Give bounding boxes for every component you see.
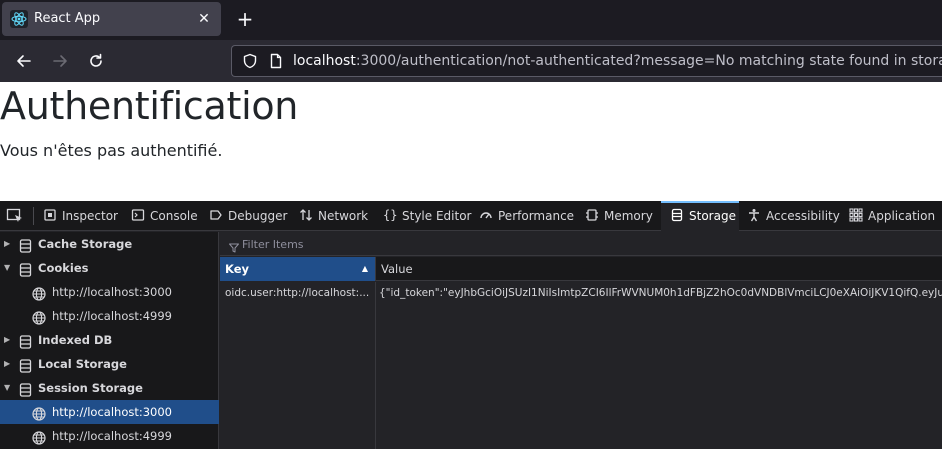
close-tab-icon[interactable]: ✕ — [193, 8, 215, 30]
url-host: localhost — [293, 53, 356, 69]
forward-arrow-icon — [53, 55, 67, 67]
devtools-tab-memory[interactable]: Memory — [584, 201, 658, 231]
devtools-tab-label: Style Editor — [402, 209, 472, 223]
toolbar-separator — [33, 207, 34, 225]
devtools-tab-label: Accessibility — [766, 209, 840, 223]
storage-tree: ▶ Cache Storage ▼ Cookies http://localhost:3… — [0, 232, 219, 449]
url-text[interactable]: localhost:3000/authentication/not-authen… — [293, 53, 942, 69]
filter-icon — [229, 238, 239, 257]
svg-text:{}: {} — [383, 208, 397, 222]
tracking-protection-shield-icon[interactable] — [242, 53, 258, 73]
tree-item-label: Local Storage — [38, 357, 127, 371]
reload-icon — [90, 53, 102, 67]
navigation-bar: localhost:3000/authentication/not-authen… — [0, 40, 942, 82]
page-info-icon[interactable] — [268, 53, 284, 73]
reload-button[interactable] — [83, 48, 109, 74]
page-content: Authentification Vous n'êtes pas authent… — [0, 82, 942, 201]
column-value-label: Value — [381, 262, 413, 276]
react-favicon-icon — [10, 10, 28, 28]
devtools-tab-style-editor[interactable]: {} Style Editor — [382, 201, 472, 231]
browser-tab[interactable]: React App ✕ — [2, 2, 221, 36]
tree-item-indexed-db[interactable]: ▶ Indexed DB — [0, 328, 219, 352]
tree-item-label: http://localhost:3000 — [52, 405, 172, 419]
row-value-cell[interactable]: {"id_token":"eyJhbGciOiJSUzI1NiIsImtpZCI… — [375, 282, 942, 304]
filter-bar — [220, 232, 942, 256]
devtools-tab-label: Storage — [689, 209, 736, 223]
collapsed-arrow-icon[interactable]: ▶ — [4, 352, 14, 376]
column-header-key[interactable]: Key ▲ — [220, 257, 375, 281]
devtools-tab-performance[interactable]: Performance — [478, 201, 578, 231]
application-icon — [848, 203, 864, 222]
filter-items-input[interactable] — [242, 235, 542, 253]
tree-item-session-storage[interactable]: ▼ Session Storage — [0, 376, 219, 400]
new-tab-button[interactable]: + — [233, 7, 257, 31]
devtools-tab-debugger[interactable]: Debugger — [208, 201, 292, 231]
sort-ascending-icon: ▲ — [361, 264, 368, 273]
page-message: Vous n'êtes pas authentifié. — [0, 141, 223, 160]
inspector-icon — [42, 203, 58, 221]
tree-item-cache-storage[interactable]: ▶ Cache Storage — [0, 232, 219, 256]
devtools-tab-label: Inspector — [62, 209, 118, 223]
debugger-icon — [208, 203, 224, 220]
devtools-tab-accessibility[interactable]: Accessibility — [746, 201, 842, 231]
tree-item-label: Cookies — [38, 261, 89, 275]
tree-item-label: http://localhost:4999 — [52, 429, 172, 443]
devtools-panel: Inspector Console Debugger Network {} Style E… — [0, 201, 942, 449]
tree-item-host[interactable]: http://localhost:4999 — [0, 304, 219, 328]
memory-icon — [584, 203, 600, 221]
element-picker-icon[interactable] — [6, 208, 24, 228]
console-icon — [130, 203, 146, 221]
tree-item-cookies[interactable]: ▼ Cookies — [0, 256, 219, 280]
devtools-tab-storage[interactable]: Storage — [661, 201, 739, 231]
devtools-toolbar: Inspector Console Debugger Network {} Style E… — [0, 201, 942, 231]
globe-icon — [32, 429, 46, 449]
tree-item-host[interactable]: http://localhost:3000 — [0, 280, 219, 304]
collapsed-arrow-icon[interactable]: ▶ — [4, 232, 14, 256]
tree-item-label: http://localhost:4999 — [52, 309, 172, 323]
devtools-tab-application[interactable]: Application — [848, 201, 942, 231]
devtools-tab-label: Application — [868, 209, 936, 223]
expanded-arrow-icon[interactable]: ▼ — [4, 256, 14, 280]
storage-icon — [669, 203, 685, 222]
devtools-tab-network[interactable]: Network — [298, 201, 376, 231]
devtools-tab-label: Console — [150, 209, 198, 223]
url-path: :3000/authentication/not-authenticated?m… — [355, 53, 942, 69]
column-divider — [375, 304, 376, 449]
column-key-label: Key — [225, 262, 250, 276]
back-arrow-icon — [17, 55, 31, 67]
devtools-tab-label: Network — [318, 209, 369, 223]
tree-item-label: Cache Storage — [38, 237, 133, 251]
collapsed-arrow-icon[interactable]: ▶ — [4, 328, 14, 352]
style-editor-icon: {} — [382, 203, 398, 222]
tree-item-local-storage[interactable]: ▶ Local Storage — [0, 352, 219, 376]
column-header-value[interactable]: Value — [375, 257, 942, 281]
devtools-tab-label: Performance — [498, 209, 575, 223]
table-header: Key ▲ Value — [220, 257, 942, 281]
expanded-arrow-icon[interactable]: ▼ — [4, 376, 14, 400]
table-row[interactable]: oidc.user:http://localhost:... {"id_toke… — [220, 282, 942, 304]
network-icon — [298, 203, 314, 221]
tree-item-label: Session Storage — [38, 381, 143, 395]
tree-item-host[interactable]: http://localhost:4999 — [0, 424, 219, 448]
performance-icon — [478, 203, 494, 219]
page-heading: Authentification — [0, 84, 299, 128]
devtools-tab-inspector[interactable]: Inspector — [42, 201, 124, 231]
devtools-tab-label: Memory — [604, 209, 653, 223]
accessibility-icon — [746, 203, 762, 222]
tree-item-label: http://localhost:3000 — [52, 285, 172, 299]
devtools-tab-console[interactable]: Console — [130, 201, 202, 231]
tree-item-label: Indexed DB — [38, 333, 113, 347]
back-button[interactable] — [11, 48, 37, 74]
tab-title: React App — [34, 11, 101, 26]
storage-table-panel: Key ▲ Value oidc.user:http://localhost:..… — [220, 232, 942, 449]
row-key-cell[interactable]: oidc.user:http://localhost:... — [220, 282, 375, 304]
devtools-tab-label: Debugger — [228, 209, 288, 223]
address-bar[interactable]: localhost:3000/authentication/not-authen… — [231, 45, 942, 77]
tree-item-host[interactable]: http://localhost:3000 — [0, 400, 219, 424]
forward-button[interactable] — [47, 48, 73, 74]
tab-bar: React App ✕ + — [0, 0, 942, 40]
